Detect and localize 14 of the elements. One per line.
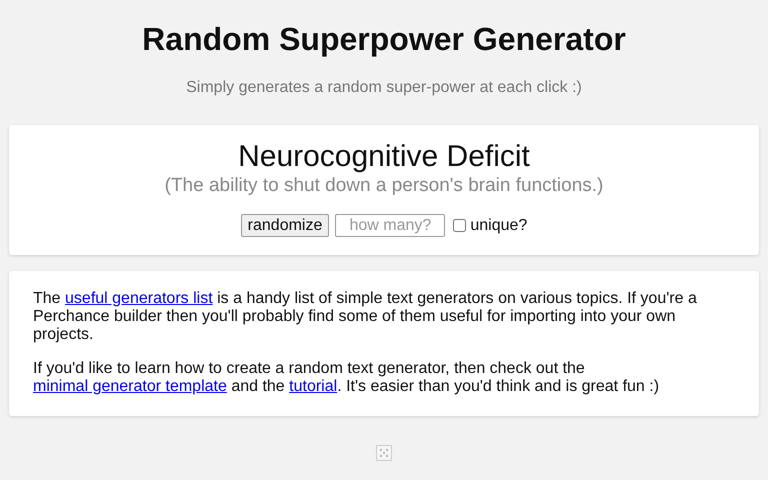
info-paragraph: If you'd like to learn how to create a random text generator, then check out the minimal generator template and the tutorial. It's easier than you'd think and is great fun :)	[33, 360, 660, 396]
unique-checkbox[interactable]	[453, 219, 466, 232]
info-paragraph: The useful generators list is a handy list of simple text generators on various topics. If you're a Perchance builder then you'll probably find some of them useful for importing into your own projects.	[33, 290, 698, 344]
text-link[interactable]: minimal generator template	[33, 378, 227, 395]
unique-label: unique?	[470, 216, 528, 234]
superpower-description: (The ability to shut down a person's brain functions.)	[164, 175, 604, 196]
count-field[interactable]: how many?	[335, 214, 446, 237]
page-subtitle: Simply generates a random super-power at each click :)	[185, 79, 583, 97]
randomize-button[interactable]: randomize	[240, 214, 330, 237]
text-link[interactable]: tutorial	[289, 378, 338, 395]
text-link[interactable]: useful generators list	[65, 290, 213, 307]
dice-icon	[376, 445, 392, 461]
page-title: Random Superpower Generator	[141, 21, 627, 57]
superpower-name: Neurocognitive Deficit	[238, 139, 530, 175]
